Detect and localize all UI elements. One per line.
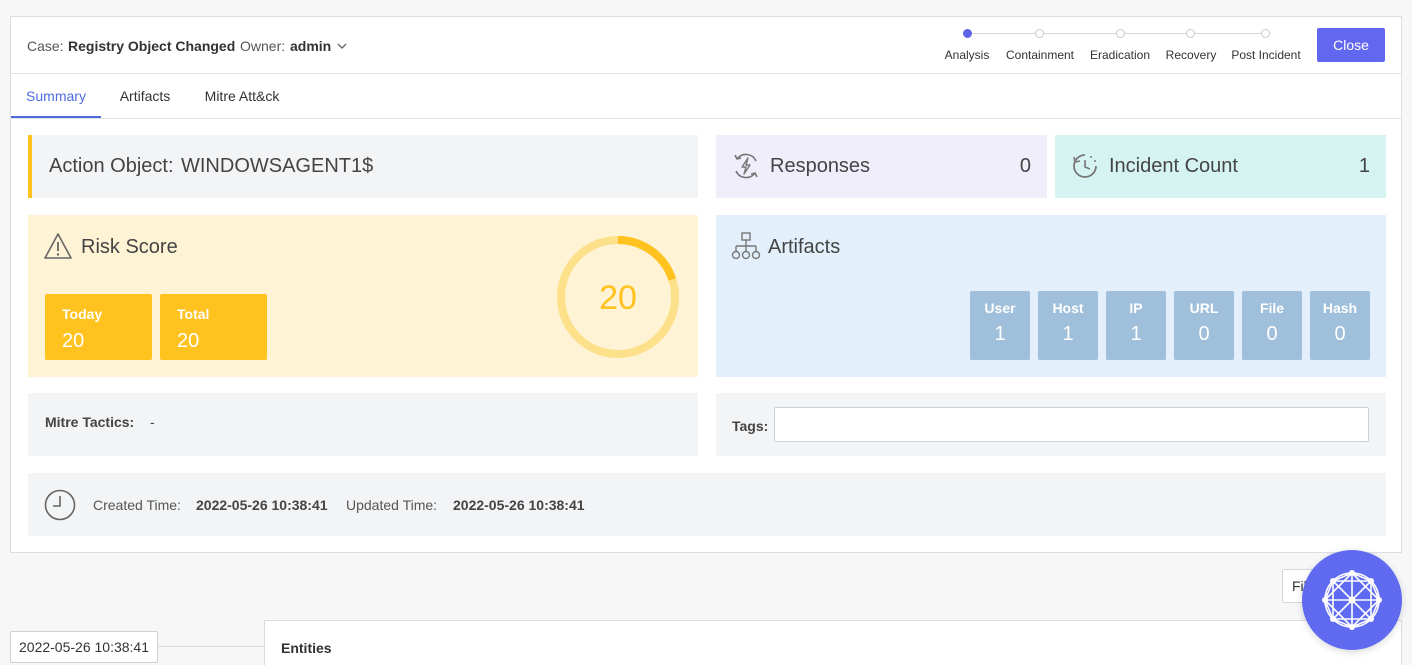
step-dot-recovery[interactable] [1186,29,1195,38]
risk-score-panel: Risk Score Today 20 Total 20 20 [28,215,698,377]
step-label-recovery[interactable]: Recovery [1166,48,1217,62]
chevron-down-icon[interactable] [335,39,349,53]
incident-count-panel[interactable]: Incident Count 1 [1055,135,1386,198]
updated-time-value: 2022-05-26 10:38:41 [453,497,585,513]
responses-panel[interactable]: Responses 0 [716,135,1047,198]
artifact-hash-label: Hash [1322,300,1358,316]
artifact-url-label: URL [1189,300,1219,316]
artifact-hash-box[interactable]: Hash 0 [1310,291,1370,360]
case-detail-card: Case: Registry Object Changed Owner: adm… [10,16,1402,553]
hierarchy-icon [731,232,761,260]
close-button[interactable]: Close [1317,28,1385,62]
risk-today-value: 20 [62,330,85,352]
step-label-analysis[interactable]: Analysis [945,48,990,62]
tab-bar: Summary Artifacts Mitre Att&ck [11,74,1401,119]
warning-triangle-icon [44,233,72,259]
step-label-post-incident[interactable]: Post Incident [1231,48,1300,62]
created-time-value: 2022-05-26 10:38:41 [196,497,328,513]
artifact-ip-box[interactable]: IP 1 [1106,291,1166,360]
risk-total-box: Total 20 [160,294,267,360]
risk-score-gauge: 20 [557,236,679,358]
artifact-url-count: 0 [1198,323,1210,345]
updated-time-label: Updated Time: [346,497,438,513]
tab-summary[interactable]: Summary [11,74,101,118]
lightning-cycle-icon [734,153,758,179]
mitre-tactics-panel: Mitre Tactics: - [28,393,698,456]
case-label: Case: [27,38,64,54]
action-object-value: WINDOWSAGENT1$ [181,155,374,177]
history-clock-icon [1073,154,1097,178]
times-panel: Created Time: 2022-05-26 10:38:41 Update… [28,473,1386,536]
artifact-ip-label: IP [1129,300,1143,316]
action-object-label: Action Object: [49,155,174,177]
artifacts-panel: Artifacts User 1 Host 1 IP 1 URL 0 File … [716,215,1386,377]
responses-label: Responses [770,155,871,177]
step-dot-post-incident[interactable] [1261,29,1270,38]
artifact-file-label: File [1259,300,1285,316]
artifact-file-box[interactable]: File 0 [1242,291,1302,360]
artifact-host-label: Host [1052,300,1084,316]
timeline-date-marker: 2022-05-26 10:38:41 [10,631,158,663]
tags-label: Tags: [732,418,769,434]
risk-score-title: Risk Score [81,236,178,258]
mitre-tactics-label: Mitre Tactics: [45,414,135,430]
owner-label: Owner: [240,38,286,54]
incident-count-value: 1 [1358,155,1370,177]
artifact-user-count: 1 [994,323,1006,345]
owner-value[interactable]: admin [290,38,331,54]
artifact-user-label: User [984,300,1016,316]
network-graph-button[interactable] [1302,550,1402,650]
artifact-hash-count: 0 [1334,323,1346,345]
step-dot-eradication[interactable] [1116,29,1125,38]
step-dot-containment[interactable] [1035,29,1044,38]
entities-panel: Entities [264,620,1402,665]
clock-icon [44,489,76,521]
artifact-file-count: 0 [1266,323,1278,345]
artifact-host-count: 1 [1062,323,1074,345]
artifact-user-box[interactable]: User 1 [970,291,1030,360]
responses-count: 0 [1019,155,1031,177]
mitre-tactics-value: - [150,414,155,430]
artifact-ip-count: 1 [1130,323,1142,345]
timeline-connector [158,646,264,647]
tags-input[interactable] [774,407,1369,442]
step-dot-analysis[interactable] [963,29,972,38]
artifact-url-box[interactable]: URL 0 [1174,291,1234,360]
tab-mitre-attack[interactable]: Mitre Att&ck [198,74,286,118]
created-time-label: Created Time: [93,497,181,513]
tags-panel: Tags: [716,393,1386,456]
entities-title: Entities [281,640,332,656]
step-label-containment[interactable]: Containment [1006,48,1074,62]
case-title: Registry Object Changed [68,38,236,54]
gauge-value-text: 20 [599,279,637,317]
case-header: Case: Registry Object Changed Owner: adm… [11,17,1401,74]
incident-count-label: Incident Count [1109,155,1238,177]
risk-total-value: 20 [177,330,200,352]
tab-artifacts[interactable]: Artifacts [108,74,182,118]
action-object-panel: Action Object: WINDOWSAGENT1$ [28,135,698,198]
risk-today-box: Today 20 [45,294,152,360]
risk-today-label: Today [62,306,103,322]
artifact-host-box[interactable]: Host 1 [1038,291,1098,360]
step-label-eradication[interactable]: Eradication [1090,48,1150,62]
artifacts-title: Artifacts [768,236,841,258]
risk-total-label: Total [177,306,210,322]
network-graph-icon [1322,570,1382,630]
